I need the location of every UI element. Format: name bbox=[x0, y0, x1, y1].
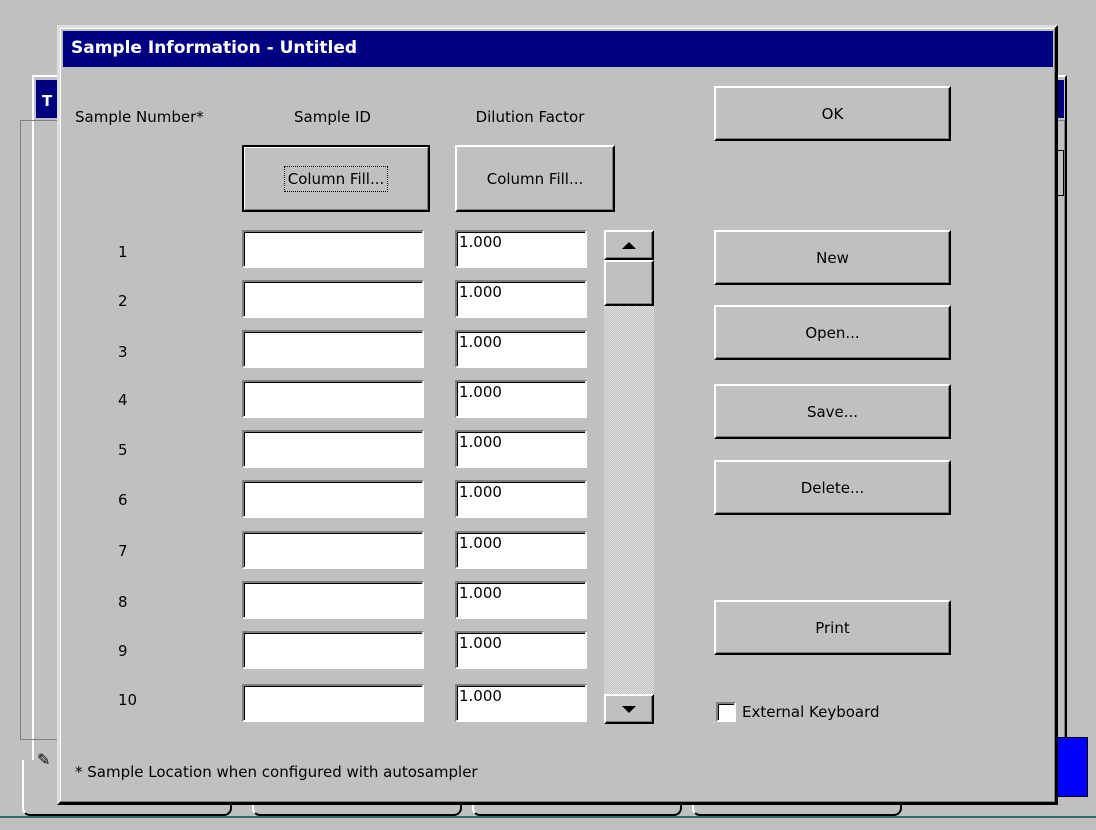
row-number: 5 bbox=[118, 441, 128, 459]
dilution-factor-header: Dilution Factor bbox=[475, 108, 585, 126]
sample-id-header: Sample ID bbox=[294, 108, 371, 126]
open-button[interactable]: Open... bbox=[714, 305, 951, 360]
dilution-field[interactable]: 1.000 bbox=[455, 684, 587, 722]
sample-id-field[interactable] bbox=[242, 581, 424, 619]
save-button-label: Save... bbox=[806, 402, 859, 421]
sample-id-field[interactable] bbox=[242, 380, 424, 418]
dialog-title: Sample Information - Untitled bbox=[71, 38, 358, 58]
column-fill-dilution-label: Column Fill... bbox=[486, 169, 584, 188]
sample-id-field[interactable] bbox=[242, 531, 424, 569]
scroll-thumb[interactable] bbox=[604, 260, 654, 306]
column-fill-dilution-button[interactable]: Column Fill... bbox=[455, 145, 615, 212]
dilution-field[interactable]: 1.000 bbox=[455, 230, 587, 268]
row-number: 8 bbox=[118, 593, 128, 611]
arrow-up-icon bbox=[622, 241, 636, 249]
sample-number-header: Sample Number* bbox=[75, 108, 204, 126]
row-number: 2 bbox=[118, 292, 128, 310]
rows-scrollbar[interactable] bbox=[604, 230, 654, 724]
open-button-label: Open... bbox=[805, 323, 860, 342]
sample-id-field[interactable] bbox=[242, 480, 424, 518]
column-fill-sample-id-button[interactable]: Column Fill... bbox=[242, 145, 430, 212]
arrow-down-icon bbox=[622, 705, 636, 713]
background-title: T bbox=[42, 92, 53, 110]
row-number: 6 bbox=[118, 491, 128, 509]
pencil-icon: ✎ bbox=[37, 750, 51, 769]
ok-button[interactable]: OK bbox=[714, 86, 951, 141]
scroll-down-button[interactable] bbox=[604, 694, 654, 724]
row-number: 9 bbox=[118, 642, 128, 660]
dilution-field[interactable]: 1.000 bbox=[455, 430, 587, 468]
footnote: * Sample Location when configured with a… bbox=[75, 763, 478, 781]
print-button[interactable]: Print bbox=[714, 600, 951, 655]
sample-id-field[interactable] bbox=[242, 230, 424, 268]
print-button-label: Print bbox=[815, 618, 850, 637]
dilution-field[interactable]: 1.000 bbox=[455, 280, 587, 318]
external-keyboard-checkbox[interactable]: External Keyboard bbox=[716, 700, 880, 724]
save-button[interactable]: Save... bbox=[714, 384, 951, 439]
sample-id-field[interactable] bbox=[242, 430, 424, 468]
ok-button-label: OK bbox=[821, 104, 844, 123]
dilution-field[interactable]: 1.000 bbox=[455, 330, 587, 368]
sample-information-dialog: Sample Information - Untitled Sample Num… bbox=[57, 25, 1058, 805]
background-status-strip bbox=[0, 816, 1096, 830]
dialog-titlebar: Sample Information - Untitled bbox=[63, 31, 1053, 67]
row-number: 10 bbox=[118, 691, 138, 709]
sample-id-field[interactable] bbox=[242, 684, 424, 722]
external-keyboard-label: External Keyboard bbox=[742, 703, 880, 721]
delete-button[interactable]: Delete... bbox=[714, 460, 951, 515]
dilution-field[interactable]: 1.000 bbox=[455, 581, 587, 619]
checkbox-box[interactable] bbox=[716, 702, 736, 722]
new-button[interactable]: New bbox=[714, 230, 951, 285]
new-button-label: New bbox=[816, 248, 849, 267]
sample-id-field[interactable] bbox=[242, 330, 424, 368]
row-number: 3 bbox=[118, 343, 128, 361]
sample-id-field[interactable] bbox=[242, 280, 424, 318]
dilution-field[interactable]: 1.000 bbox=[455, 631, 587, 669]
column-fill-sample-id-label: Column Fill... bbox=[283, 165, 389, 192]
dilution-field[interactable]: 1.000 bbox=[455, 480, 587, 518]
sample-id-field[interactable] bbox=[242, 631, 424, 669]
row-number: 4 bbox=[118, 391, 128, 409]
dilution-field[interactable]: 1.000 bbox=[455, 531, 587, 569]
scroll-up-button[interactable] bbox=[604, 230, 654, 260]
dilution-field[interactable]: 1.000 bbox=[455, 380, 587, 418]
row-number: 1 bbox=[118, 243, 128, 261]
delete-button-label: Delete... bbox=[800, 478, 865, 497]
row-number: 7 bbox=[118, 542, 128, 560]
